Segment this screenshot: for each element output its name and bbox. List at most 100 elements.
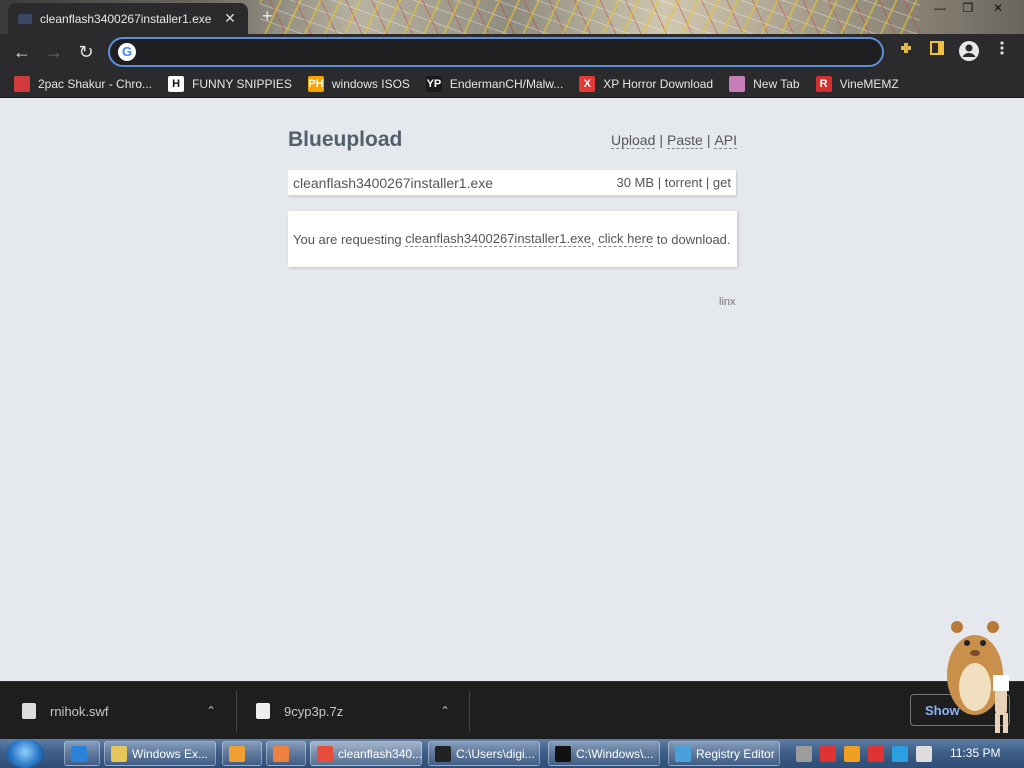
meta-separator: | bbox=[705, 175, 710, 190]
meta-separator: | bbox=[657, 175, 662, 190]
taskbar-button[interactable] bbox=[222, 741, 262, 766]
file-icon bbox=[22, 703, 36, 719]
bookmark-item[interactable]: YP EndermanCH/Malw... bbox=[425, 75, 564, 92]
maximize-icon[interactable]: ❐ bbox=[954, 0, 982, 18]
request-prefix: You are requesting bbox=[293, 231, 406, 247]
file-name: cleanflash3400267installer1.exe bbox=[293, 174, 494, 191]
back-icon[interactable]: ← bbox=[6, 36, 38, 68]
folder-icon bbox=[111, 745, 127, 762]
get-link[interactable]: get bbox=[713, 175, 731, 190]
bookmark-label: FUNNY SNIPPIES bbox=[192, 76, 292, 91]
bookmarks-bar: 2pac Shakur - Chro... H FUNNY SNIPPIES PH wi… bbox=[0, 70, 1024, 98]
site-brand[interactable]: Blueupload bbox=[288, 128, 402, 152]
tray-app-icon[interactable] bbox=[892, 745, 908, 762]
download-file-name: rnihok.swf bbox=[50, 703, 109, 719]
browser-title-bar: cleanflash3400267installer1.exe ✕ + — ❐ … bbox=[0, 0, 1024, 34]
profile-avatar-icon[interactable] bbox=[957, 40, 981, 64]
download-item[interactable]: rnihok.swf ⌃ bbox=[22, 690, 232, 732]
bookmark-label: 2pac Shakur - Chro... bbox=[38, 76, 153, 91]
download-shelf: rnihok.swf ⌃ 9cyp3p.7z ⌃ Show bbox=[0, 681, 1024, 739]
7zip-icon bbox=[435, 745, 451, 762]
taskbar-button[interactable] bbox=[64, 741, 100, 766]
tray-app-icon[interactable] bbox=[844, 745, 860, 762]
browser-tab[interactable]: cleanflash3400267installer1.exe ✕ bbox=[8, 3, 248, 34]
forward-icon[interactable]: → bbox=[38, 36, 70, 68]
file-info-bar: cleanflash3400267installer1.exe 30 MB | … bbox=[288, 170, 736, 196]
red-box-icon bbox=[14, 75, 30, 92]
taskbar-button[interactable]: Windows Ex... bbox=[104, 741, 216, 766]
menu-kebab-icon[interactable] bbox=[990, 40, 1014, 64]
h-letter-icon: H bbox=[168, 75, 185, 92]
browser-toolbar: ← → ↻ G bbox=[0, 34, 1024, 70]
footer-linx[interactable]: linx bbox=[719, 296, 736, 308]
tray-app-icon[interactable] bbox=[916, 745, 932, 762]
x-icon: X bbox=[579, 75, 596, 92]
taskbar-button[interactable] bbox=[266, 741, 306, 766]
start-orb-icon[interactable] bbox=[6, 739, 44, 768]
media-player-icon bbox=[229, 745, 245, 762]
bookmark-label: VineMEMZ bbox=[839, 76, 899, 91]
bookmark-item[interactable]: PH windows ISOS bbox=[307, 75, 410, 92]
tray-app-icon[interactable] bbox=[820, 745, 836, 762]
address-input[interactable] bbox=[144, 44, 844, 60]
close-window-icon[interactable]: ✕ bbox=[984, 0, 1012, 18]
taskbar-button[interactable]: C:\Windows\... bbox=[548, 741, 660, 766]
bookmark-label: New Tab bbox=[753, 76, 800, 91]
chevron-up-icon[interactable]: ⌃ bbox=[440, 704, 450, 718]
nav-separator: | bbox=[706, 132, 711, 148]
nav-paste-link[interactable]: Paste bbox=[667, 132, 703, 149]
taskbar-button-label: Windows Ex... bbox=[132, 746, 209, 761]
download-request-box: You are requesting cleanflash3400267inst… bbox=[288, 211, 737, 267]
taskbar-button[interactable]: cleanflash340... bbox=[310, 741, 422, 766]
bookmark-item[interactable]: R VineMEMZ bbox=[815, 75, 899, 92]
paint-icon bbox=[273, 745, 289, 762]
page-content: Blueupload Upload | Paste | API cleanflash34… bbox=[0, 99, 1024, 681]
regedit-icon bbox=[675, 745, 691, 762]
requested-file-link[interactable]: cleanflash3400267installer1.exe bbox=[405, 231, 592, 247]
nav-upload-link[interactable]: Upload bbox=[611, 132, 656, 149]
reload-icon[interactable]: ↻ bbox=[70, 36, 102, 68]
desktop-mascot-image bbox=[947, 621, 1009, 733]
taskbar-clock[interactable]: 11:35 PM bbox=[950, 746, 1000, 760]
torrent-link[interactable]: torrent bbox=[665, 175, 703, 190]
download-divider bbox=[236, 690, 237, 732]
tray-app-icon[interactable] bbox=[868, 745, 884, 762]
tab-title: cleanflash3400267installer1.exe bbox=[40, 11, 212, 26]
taskbar-button-label: C:\Windows\... bbox=[576, 746, 654, 761]
title-bar-background-art bbox=[260, 0, 920, 34]
chevron-up-icon[interactable]: ⌃ bbox=[206, 704, 216, 718]
chrome-icon bbox=[317, 745, 333, 762]
download-file-name: 9cyp3p.7z bbox=[284, 703, 344, 719]
taskbar-button[interactable]: C:\Users\digi... bbox=[428, 741, 540, 766]
taskbar-button[interactable]: Registry Editor bbox=[668, 741, 780, 766]
download-divider bbox=[469, 690, 470, 732]
site-nav: Upload | Paste | API bbox=[611, 132, 738, 149]
minimize-icon[interactable]: — bbox=[926, 0, 954, 18]
extensions-icon[interactable] bbox=[894, 40, 918, 64]
bookmark-item[interactable]: X XP Horror Download bbox=[579, 75, 713, 92]
tab-close-icon[interactable]: ✕ bbox=[222, 10, 238, 27]
request-suffix: to download. bbox=[653, 231, 731, 247]
file-meta: 30 MB | torrent | get bbox=[616, 175, 731, 190]
new-tab-icon[interactable]: + bbox=[262, 6, 273, 27]
tray-app-icon[interactable] bbox=[796, 745, 812, 762]
archive-file-icon bbox=[256, 703, 270, 719]
nav-separator: | bbox=[659, 132, 664, 148]
google-icon: G bbox=[118, 43, 136, 61]
bookmark-item[interactable]: H FUNNY SNIPPIES bbox=[168, 75, 292, 92]
taskbar-button-label: cleanflash340... bbox=[338, 746, 422, 761]
bookmark-item[interactable]: 2pac Shakur - Chro... bbox=[14, 75, 153, 92]
yp-icon: YP bbox=[425, 75, 442, 92]
bookmark-label: EndermanCH/Malw... bbox=[449, 76, 564, 91]
windows-taskbar: Windows Ex... cleanflash340... C:\Users\di… bbox=[0, 739, 1024, 768]
taskbar-button-label: C:\Users\digi... bbox=[456, 746, 535, 761]
click-here-link[interactable]: click here bbox=[598, 231, 654, 247]
nav-api-link[interactable]: API bbox=[714, 132, 738, 149]
download-item[interactable]: 9cyp3p.7z ⌃ bbox=[256, 690, 466, 732]
globe-icon bbox=[729, 75, 746, 92]
side-panel-icon[interactable] bbox=[925, 40, 949, 64]
bookmark-item[interactable]: New Tab bbox=[729, 75, 800, 92]
tab-favicon-icon bbox=[18, 13, 32, 24]
address-bar[interactable]: G bbox=[108, 37, 884, 67]
request-comma: , bbox=[591, 231, 599, 247]
